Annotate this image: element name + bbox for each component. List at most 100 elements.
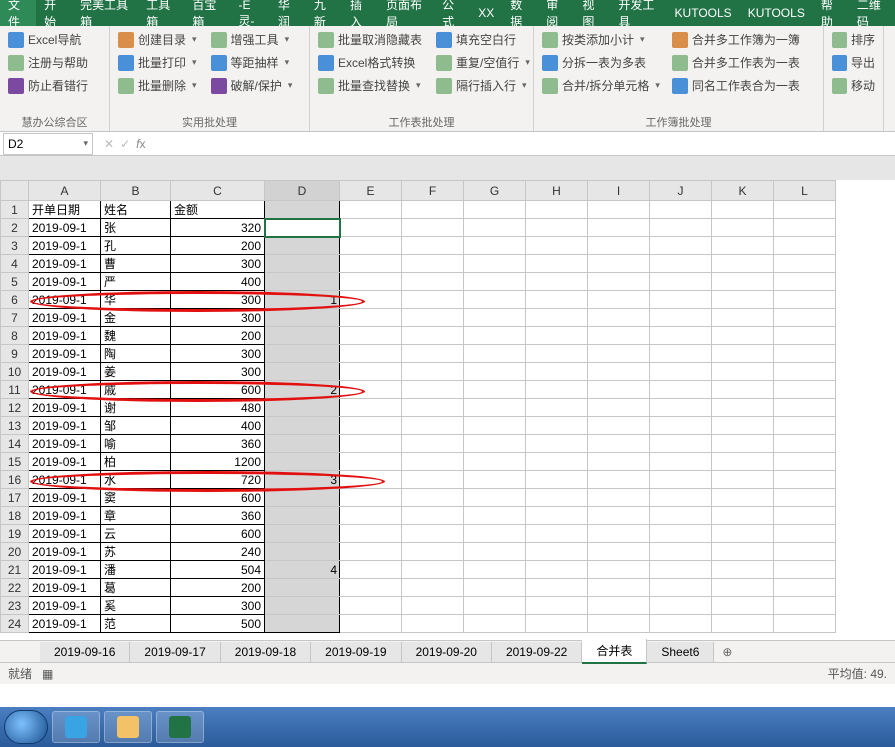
rbtn-crack[interactable]: 破解/保护▾ [209,75,295,96]
cell[interactable]: 戚 [101,381,171,399]
cell[interactable]: 600 [171,525,265,543]
cell[interactable]: 云 [101,525,171,543]
tab-18[interactable]: 帮助 [813,0,849,26]
cell[interactable] [265,273,340,291]
rbtn-register[interactable]: 注册与帮助 [6,52,103,73]
sheet-tab[interactable]: 2019-09-18 [221,642,311,662]
row-header[interactable]: 21 [1,561,29,579]
cell[interactable] [265,363,340,381]
cell[interactable] [340,579,402,597]
cell[interactable] [402,309,464,327]
sheet-tab[interactable]: 2019-09-16 [40,642,130,662]
cell[interactable] [712,291,774,309]
rbtn-unhide[interactable]: 批量取消隐藏表 [316,29,424,50]
cell[interactable] [588,381,650,399]
cell[interactable] [402,489,464,507]
cell[interactable]: 600 [171,381,265,399]
cell[interactable] [464,327,526,345]
cell[interactable]: 柏 [101,453,171,471]
cell[interactable] [588,507,650,525]
cell[interactable] [774,363,836,381]
cell[interactable]: 金额 [171,201,265,219]
cell[interactable] [340,561,402,579]
cell[interactable]: 2019-09-1 [29,273,101,291]
cell[interactable] [526,489,588,507]
row-header[interactable]: 16 [1,471,29,489]
cell[interactable]: 480 [171,399,265,417]
cell[interactable] [340,219,402,237]
cell[interactable]: 504 [171,561,265,579]
cell[interactable] [650,543,712,561]
cell[interactable] [402,237,464,255]
cell[interactable]: 水 [101,471,171,489]
cell[interactable] [774,453,836,471]
start-button[interactable] [4,710,48,744]
cell[interactable] [774,507,836,525]
cell[interactable] [650,291,712,309]
row-header[interactable]: 20 [1,543,29,561]
cell[interactable]: 600 [171,489,265,507]
cell[interactable] [402,201,464,219]
col-header-B[interactable]: B [101,181,171,201]
cell[interactable] [265,615,340,633]
cell[interactable]: 窦 [101,489,171,507]
cell[interactable] [650,237,712,255]
cell[interactable]: 200 [171,327,265,345]
cell[interactable]: 1200 [171,453,265,471]
tab-9[interactable]: 页面布局 [378,0,434,26]
tab-7[interactable]: 九新 [306,0,342,26]
cell[interactable]: 720 [171,471,265,489]
cell[interactable] [650,453,712,471]
cell[interactable] [650,561,712,579]
cell[interactable] [588,543,650,561]
cell[interactable] [402,435,464,453]
col-header-I[interactable]: I [588,181,650,201]
cell[interactable]: 奚 [101,597,171,615]
row-header[interactable]: 7 [1,309,29,327]
cell[interactable] [774,201,836,219]
cell[interactable]: 320 [171,219,265,237]
task-excel[interactable] [156,711,204,743]
cell[interactable] [340,345,402,363]
cell[interactable] [464,417,526,435]
cell[interactable] [402,381,464,399]
cell[interactable] [464,219,526,237]
cell[interactable]: 400 [171,417,265,435]
cell[interactable] [712,399,774,417]
cell[interactable]: 谢 [101,399,171,417]
cell[interactable] [712,309,774,327]
cell[interactable]: 2019-09-1 [29,561,101,579]
cell[interactable] [588,453,650,471]
cell[interactable] [265,345,340,363]
cell[interactable]: 360 [171,435,265,453]
cell[interactable] [464,615,526,633]
cell[interactable] [526,597,588,615]
cell[interactable] [340,201,402,219]
cell[interactable]: 300 [171,309,265,327]
cell[interactable] [402,507,464,525]
cell[interactable] [588,399,650,417]
tab-16[interactable]: KUTOOLS [667,0,740,26]
accessibility-icon[interactable]: ▦ [42,667,53,681]
cell[interactable] [265,201,340,219]
cell[interactable] [774,237,836,255]
cell[interactable] [712,615,774,633]
col-header-G[interactable]: G [464,181,526,201]
cell[interactable] [588,597,650,615]
cell[interactable] [402,615,464,633]
row-header[interactable]: 10 [1,363,29,381]
cell[interactable] [265,597,340,615]
cell[interactable] [650,417,712,435]
cell[interactable] [588,219,650,237]
row-header[interactable]: 8 [1,327,29,345]
cell[interactable] [340,597,402,615]
cell[interactable] [464,507,526,525]
cell[interactable] [774,597,836,615]
cell[interactable]: 金 [101,309,171,327]
cell[interactable] [464,237,526,255]
cell[interactable]: 2019-09-1 [29,435,101,453]
rbtn-enhance[interactable]: 增强工具▾ [209,29,295,50]
cell[interactable] [526,273,588,291]
cell[interactable]: 4 [265,561,340,579]
tab-11[interactable]: XX [470,0,502,26]
